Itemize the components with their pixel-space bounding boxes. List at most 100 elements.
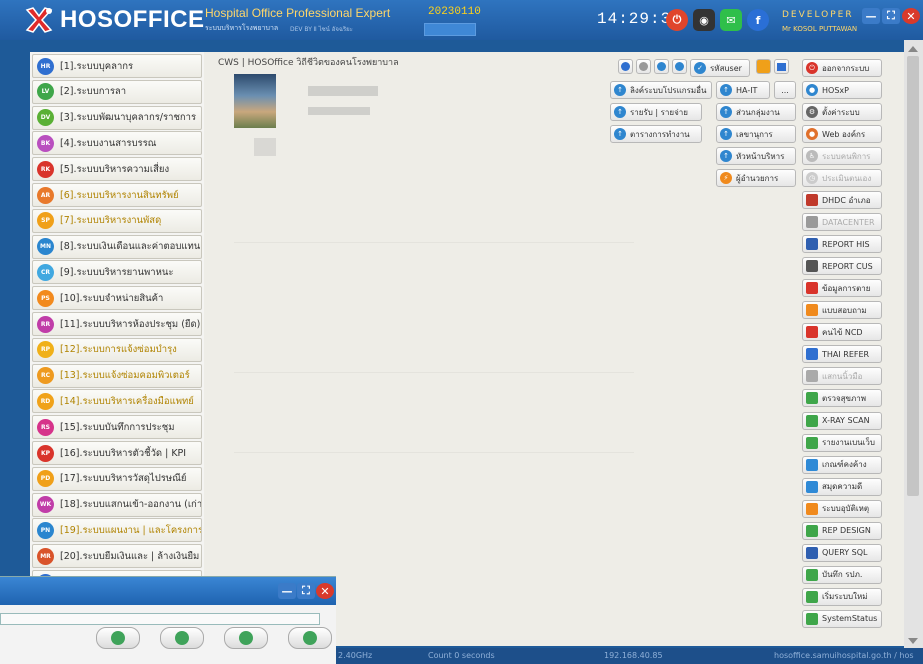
menu-item-rc[interactable]: RC [13].ระบบแจ้งซ่อมคอมพิวเตอร์: [32, 363, 202, 388]
scroll-down-arrow[interactable]: [908, 638, 918, 644]
close-button[interactable]: ✕: [902, 8, 920, 24]
secretary-button[interactable]: ↑ เลขานุการ: [716, 125, 796, 143]
menu-item-bk[interactable]: BK [4].ระบบงานสารบรรณ: [32, 131, 202, 156]
secondary-window-field[interactable]: [0, 613, 320, 625]
menu-item-label: [6].ระบบบริหารงานสินทรัพย์: [60, 189, 179, 201]
income-expense-button[interactable]: ↑ รายรับ | รายจ่าย: [610, 103, 702, 121]
menu-item-label: [2].ระบบการลา: [60, 86, 127, 98]
power-icon[interactable]: ⏻: [666, 9, 688, 31]
line-chat-icon[interactable]: ✉: [720, 9, 742, 31]
module-badge-icon: PN: [37, 521, 54, 539]
work-schedule-button[interactable]: ↑ ตารางการทำงาน: [610, 125, 702, 143]
side-button-8[interactable]: แสกนนิ้วมือ: [802, 367, 882, 386]
menu-item-sp[interactable]: SP [7].ระบบบริหารงานพัสดุ: [32, 208, 202, 233]
menu-item-label: [18].ระบบแสกนเข้า-ออกงาน (เก่า): [60, 499, 201, 511]
web-report-icon: [806, 436, 818, 449]
menu-item-lv[interactable]: LV [2].ระบบการลา: [32, 79, 202, 104]
vertical-scrollbar[interactable]: [904, 40, 923, 650]
scroll-thumb[interactable]: [907, 56, 919, 496]
facebook-icon[interactable]: f: [747, 9, 769, 31]
user-code-button[interactable]: ✓ รหัสuser: [690, 59, 750, 77]
side-button-14[interactable]: ระบบอุบัติเหตุ: [802, 499, 882, 518]
more-button[interactable]: ...: [774, 81, 796, 99]
side-button-12[interactable]: เกณฑ์คงค้าง: [802, 455, 882, 474]
side-button-13[interactable]: สมุดความดี: [802, 477, 882, 496]
side-button-label: บันทึก รปภ.: [822, 570, 863, 580]
menu-item-rp[interactable]: RP [12].ระบบการแจ้งซ่อมบำรุง: [32, 337, 202, 362]
self-assessment-button[interactable]: ◷ ประเมินตนเอง: [802, 169, 882, 187]
menu-item-rd[interactable]: RD [14].ระบบบริหารเครื่องมือแพทย์: [32, 389, 202, 414]
side-button-9[interactable]: ตรวจสุขภาพ: [802, 389, 882, 408]
secondary-minimize-button[interactable]: —: [278, 583, 296, 599]
side-button-18[interactable]: เริ่มระบบใหม่: [802, 587, 882, 606]
side-button-2[interactable]: REPORT HIS: [802, 235, 882, 254]
section-button[interactable]: ↑ ส่วนกลุ่มงาน: [716, 103, 796, 121]
menu-item-pd[interactable]: PD [17].ระบบบริหารวัสดุไปรษณีย์: [32, 466, 202, 491]
side-button-17[interactable]: บันทึก รปภ.: [802, 565, 882, 584]
side-button-1[interactable]: DATACENTER: [802, 213, 882, 232]
menu-item-kp[interactable]: KP [16].ระบบบริหารตัวชี้วัด | KPI: [32, 441, 202, 465]
help-icon[interactable]: [654, 59, 669, 74]
menu-item-rs[interactable]: RS [15].ระบบบันทึกการประชุม: [32, 415, 202, 440]
minimize-button[interactable]: —: [862, 8, 880, 24]
menu-item-label: [1].ระบบบุคลากร: [60, 60, 134, 72]
director-button[interactable]: ⚡ ผู้อำนวยการ: [716, 169, 796, 187]
menu-item-cr[interactable]: CR [9].ระบบบริหารยานพาหนะ: [32, 260, 202, 285]
secondary-action-button-1[interactable]: [96, 627, 140, 649]
menu-item-rr[interactable]: RR [11].ระบบบริหารห้องประชุม (ยืด): [32, 312, 202, 336]
side-button-label: สมุดความดี: [822, 482, 863, 492]
menu-item-ar[interactable]: AR [6].ระบบบริหารงานสินทรัพย์: [32, 183, 202, 207]
web-org-button[interactable]: ● Web องค์กร: [802, 125, 882, 143]
dept-head-button[interactable]: ↑ หัวหน้าบริหาร: [716, 147, 796, 165]
check-icon[interactable]: [672, 59, 687, 74]
secondary-maximize-button[interactable]: ⛶: [297, 583, 315, 599]
main-panel: CWS | HOSOffice วิถีชีวิตของคนโรงพยาบาล …: [204, 52, 904, 646]
menu-item-mn[interactable]: MN [8].ระบบเงินเดือนและค่าตอบแทน: [32, 234, 202, 259]
action-icon: [111, 631, 125, 645]
menu-item-hr[interactable]: HR [1].ระบบบุคลากร: [32, 54, 202, 78]
side-button-4[interactable]: ข้อมูลการตาย: [802, 279, 882, 298]
link-programs-button[interactable]: ↑ ลิงค์ระบบโปรแกรมอื่น: [610, 81, 712, 99]
menu-item-rk[interactable]: RK [5].ระบบบริหารความเสี่ยง: [32, 157, 202, 182]
maximize-button[interactable]: ⛶: [882, 8, 900, 24]
side-button-10[interactable]: X-RAY SCAN: [802, 411, 882, 430]
side-button-3[interactable]: REPORT CUS: [802, 257, 882, 276]
side-button-0[interactable]: DHDC อำเภอ: [802, 191, 882, 209]
side-button-5[interactable]: แบบสอบถาม: [802, 301, 882, 320]
logout-button[interactable]: ⏻ ออกจากระบบ: [802, 59, 882, 77]
menu-item-mr[interactable]: MR [20].ระบบยืมเงินและ | ล้างเงินยืม: [32, 544, 202, 569]
settings-button[interactable]: ⚙ ตั้งค่าระบบ: [802, 103, 882, 121]
disabled-patient-button[interactable]: ♿ ระบบคนพิการ: [802, 147, 882, 165]
menu-item-wk[interactable]: WK [18].ระบบแสกนเข้า-ออกงาน (เก่า): [32, 492, 202, 517]
menu-item-ps[interactable]: PS [10].ระบบจำหน่ายสินค้า: [32, 286, 202, 311]
menu-item-dv[interactable]: DV [3].ระบบพัฒนาบุคลากร/ราชการ: [32, 105, 202, 130]
side-button-6[interactable]: คนไข้ NCD: [802, 323, 882, 342]
secondary-action-button-3[interactable]: [224, 627, 268, 649]
status-ip: 192.168.40.85: [604, 651, 663, 660]
side-button-15[interactable]: REP DESIGN: [802, 521, 882, 540]
info-icon[interactable]: [618, 59, 633, 74]
module-badge-icon: PD: [37, 470, 54, 488]
ha-it-button[interactable]: ↑ HA-IT: [716, 81, 770, 99]
side-button-19[interactable]: SystemStatus: [802, 609, 882, 628]
side-button-16[interactable]: QUERY SQL: [802, 543, 882, 562]
note-icon[interactable]: [756, 59, 771, 74]
side-button-7[interactable]: THAI REFER: [802, 345, 882, 364]
user-code-icon: ✓: [694, 62, 706, 74]
scroll-up-arrow[interactable]: [908, 46, 918, 52]
side-button-label: ระบบอุบัติเหตุ: [822, 504, 870, 514]
menu-item-pn[interactable]: PN [19].ระบบแผนงาน | และโครงการ: [32, 518, 202, 543]
developer-label: DEVELOPER: [782, 10, 854, 20]
module-badge-icon: BK: [37, 134, 54, 152]
module-badge-icon: RK: [37, 160, 54, 178]
side-button-11[interactable]: รายงานเบนเว็บ: [802, 433, 882, 452]
module-badge-icon: RS: [37, 418, 54, 436]
hosxp-button[interactable]: ● HOSxP: [802, 81, 882, 99]
secondary-action-button-4[interactable]: [288, 627, 332, 649]
user-icon[interactable]: [636, 59, 651, 74]
secondary-action-button-2[interactable]: [160, 627, 204, 649]
secondary-close-button[interactable]: ✕: [316, 583, 334, 599]
menu-item-label: [8].ระบบเงินเดือนและค่าตอบแทน: [60, 241, 201, 253]
camera-icon[interactable]: ◉: [693, 9, 715, 31]
list-icon[interactable]: [774, 59, 789, 74]
